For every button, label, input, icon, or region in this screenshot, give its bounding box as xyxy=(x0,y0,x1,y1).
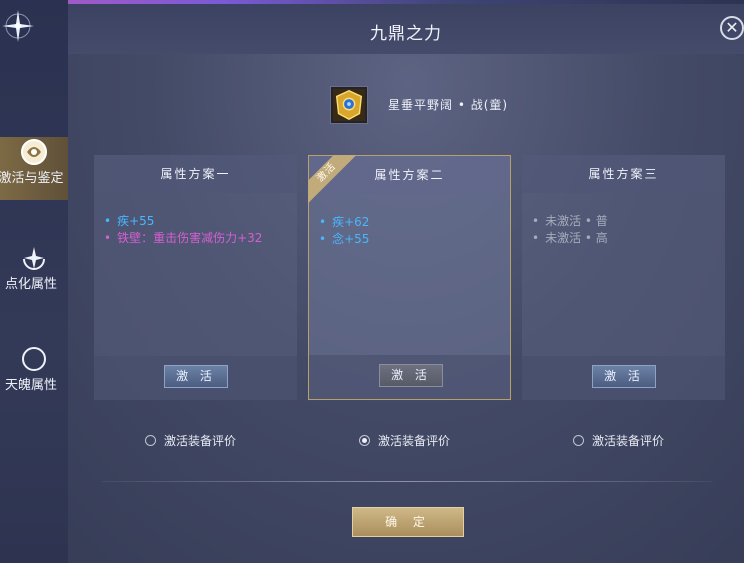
attribute-line: • 未激活 • 高 xyxy=(532,231,608,245)
window-title: 九鼎之力 xyxy=(370,24,442,44)
scheme-title: 属性方案一 xyxy=(94,155,297,193)
attribute-line: • 念+55 xyxy=(319,232,370,246)
sidebar-item-refine[interactable]: 点化属性 xyxy=(0,245,68,295)
scheme-title: 属性方案三 xyxy=(522,155,725,193)
attribute-list: • 疾+55 • 铁壁：重击伤害减伤力+32 xyxy=(94,193,297,247)
equip-rating-radio-3[interactable]: 激活装备评价 xyxy=(573,432,664,449)
star-emblem-icon xyxy=(2,10,34,42)
scheme-card-2[interactable]: 激活 属性方案二 • 疾+62 • 念+55 激 活 xyxy=(308,155,511,400)
attribute-line: • 疾+55 xyxy=(104,214,155,228)
radio-circle-icon xyxy=(573,435,584,446)
radio-circle-icon xyxy=(145,435,156,446)
attribute-line: • 铁壁：重击伤害减伤力+32 xyxy=(104,231,263,245)
card-footer: 激 活 xyxy=(94,356,297,400)
card-footer: 激 活 xyxy=(309,355,510,399)
close-icon: ✕ xyxy=(725,18,739,37)
activate-button[interactable]: 激 活 xyxy=(592,365,656,388)
equip-rating-radio-1[interactable]: 激活装备评价 xyxy=(145,432,236,449)
confirm-button[interactable]: 确 定 xyxy=(352,507,464,537)
sidebar-item-label: 点化属性 xyxy=(4,277,57,292)
sidebar-item-soul[interactable]: 天魄属性 xyxy=(0,344,68,394)
activate-button[interactable]: 激 活 xyxy=(164,365,228,388)
card-footer: 激 活 xyxy=(522,356,725,400)
sparkle-refine-icon xyxy=(23,247,45,270)
sidebar-item-label: 天魄属性 xyxy=(4,378,57,393)
window-header: 九鼎之力 xyxy=(68,4,744,54)
crescent-soul-icon xyxy=(22,347,46,371)
scheme-card-1[interactable]: 属性方案一 • 疾+55 • 铁壁：重击伤害减伤力+32 激 活 xyxy=(94,155,297,400)
active-badge: 激活 xyxy=(308,155,356,203)
attribute-line: • 疾+62 xyxy=(319,215,370,229)
close-button[interactable]: ✕ xyxy=(720,16,744,40)
golden-armor-icon[interactable] xyxy=(330,86,368,124)
sidebar-item-label: 激活与鉴定 xyxy=(0,171,64,186)
activate-button[interactable]: 激 活 xyxy=(379,364,443,387)
activation-emblem-icon xyxy=(21,139,47,165)
divider xyxy=(102,481,712,482)
attribute-list: • 未激活 • 普 • 未激活 • 高 xyxy=(522,193,725,247)
radio-checked-icon xyxy=(359,435,370,446)
equipment-name: 星垂平野阔 • 战(童) xyxy=(388,98,509,112)
equip-rating-radio-2[interactable]: 激活装备评价 xyxy=(359,432,450,449)
scheme-card-3[interactable]: 属性方案三 • 未激活 • 普 • 未激活 • 高 激 活 xyxy=(522,155,725,400)
sidebar-item-activation[interactable]: 激活与鉴定 xyxy=(0,137,68,200)
attribute-line: • 未激活 • 普 xyxy=(532,214,608,228)
